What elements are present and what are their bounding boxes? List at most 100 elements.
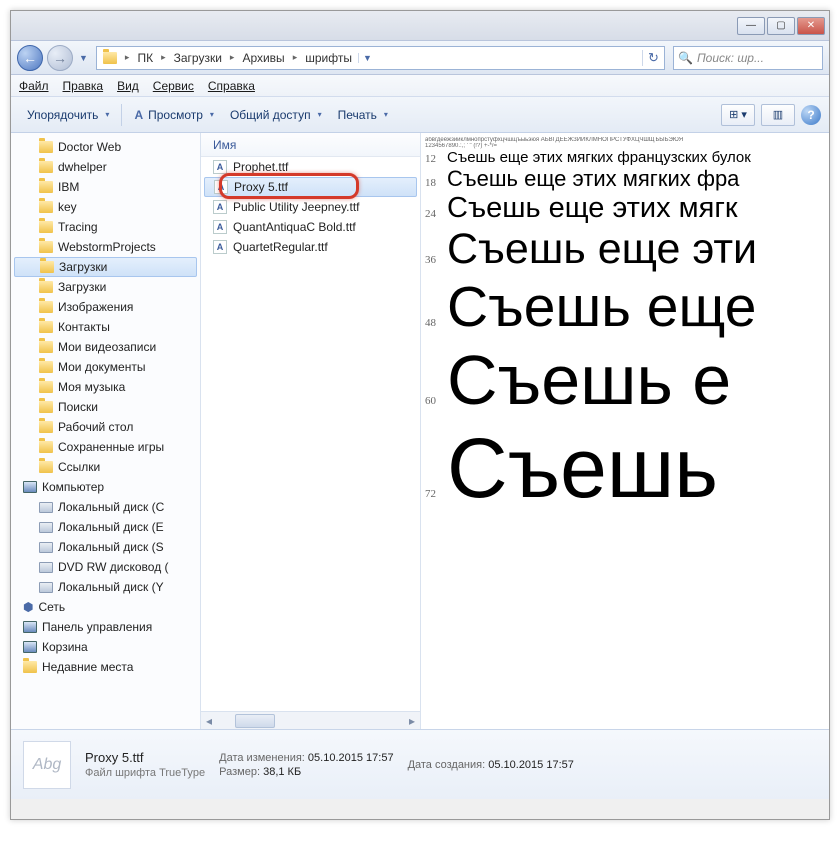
breadcrumb-sep: ▸ xyxy=(123,52,132,63)
tree-item[interactable]: dwhelper xyxy=(11,157,200,177)
tree-item[interactable]: IBM xyxy=(11,177,200,197)
tree-item[interactable]: Панель управления xyxy=(11,617,200,637)
folder-tree[interactable]: Doctor Web dwhelperIBM key TracingWebstormP… xyxy=(11,133,201,729)
tree-item[interactable]: Doctor Web xyxy=(11,137,200,157)
folder-icon xyxy=(39,301,53,313)
tree-item[interactable]: Компьютер xyxy=(11,477,200,497)
tree-item[interactable]: Локальный диск (C xyxy=(11,497,200,517)
font-file-icon: A xyxy=(213,220,227,234)
created-value: 05.10.2015 17:57 xyxy=(488,759,574,771)
share-button[interactable]: Общий доступ▾ xyxy=(222,104,330,126)
maximize-button[interactable]: ▢ xyxy=(767,17,795,35)
folder-icon xyxy=(103,52,117,64)
scroll-right-icon[interactable]: ▸ xyxy=(404,714,420,728)
modified-value: 05.10.2015 17:57 xyxy=(308,752,394,764)
computer-icon xyxy=(23,481,37,493)
file-list[interactable]: Имя A Prophet.ttf AProxy 5.ttfAPublic Util… xyxy=(201,133,421,729)
refresh-button[interactable]: ↻ xyxy=(642,50,664,66)
tree-item[interactable]: Локальный диск (Y xyxy=(11,577,200,597)
tree-item-label: Сеть xyxy=(38,600,65,614)
file-row[interactable]: APublic Utility Jeepney.ttf xyxy=(201,197,420,217)
tree-item-label: Doctor Web xyxy=(58,140,121,154)
horizontal-scrollbar[interactable]: ◂ ▸ xyxy=(201,711,420,729)
menubar: Файл Правка Вид Сервис Справка xyxy=(11,75,829,97)
tree-item[interactable]: Загрузки xyxy=(11,277,200,297)
tree-item[interactable]: Мои видеозаписи xyxy=(11,337,200,357)
scroll-thumb[interactable] xyxy=(235,714,275,728)
tree-item[interactable]: Корзина xyxy=(11,637,200,657)
tree-item-label: Локальный диск (E xyxy=(58,520,164,534)
file-name: QuantAntiquaC Bold.ttf xyxy=(233,220,356,234)
tree-item[interactable]: Недавние места xyxy=(11,657,200,677)
minimize-button[interactable]: — xyxy=(737,17,765,35)
tree-item-label: Моя музыка xyxy=(58,380,125,394)
file-row[interactable]: AProxy 5.ttf xyxy=(204,177,417,197)
preview-size-label: 24 xyxy=(425,208,447,220)
preview-line: 48Съешь еще xyxy=(425,274,829,340)
print-button[interactable]: Печать▾ xyxy=(330,104,396,126)
tree-item[interactable]: ⬢Сеть xyxy=(11,597,200,617)
preview-line: 18Съешь еще этих мягких фра xyxy=(425,166,829,192)
tree-item-label: key xyxy=(58,200,77,214)
tree-item[interactable]: Загрузки xyxy=(14,257,197,277)
breadcrumb-seg[interactable]: Загрузки xyxy=(168,47,228,69)
help-button[interactable]: ? xyxy=(801,105,821,125)
breadcrumb-seg[interactable]: шрифты xyxy=(299,47,358,69)
organize-button[interactable]: Упорядочить▾ xyxy=(19,104,117,126)
chevron-down-icon: ▾ xyxy=(210,110,214,119)
file-name: Prophet.ttf xyxy=(233,160,288,174)
file-row[interactable]: AQuartetRegular.ttf xyxy=(201,237,420,257)
tree-item[interactable]: Рабочий стол xyxy=(11,417,200,437)
tree-item[interactable]: Ссылки xyxy=(11,457,200,477)
view-mode-button[interactable]: ⊞ ▾ xyxy=(721,104,755,126)
close-button[interactable]: ✕ xyxy=(797,17,825,35)
folder-icon xyxy=(39,161,53,173)
tree-item[interactable]: Локальный диск (E xyxy=(11,517,200,537)
address-dropdown-icon[interactable]: ▼ xyxy=(358,53,376,63)
preview-sample-text: Съешь xyxy=(447,420,718,517)
folder-icon xyxy=(39,141,53,153)
back-button[interactable]: ← xyxy=(17,45,43,71)
preview-pane-button[interactable]: ▥ xyxy=(761,104,795,126)
menu-edit[interactable]: Правка xyxy=(63,79,104,93)
preview-sample-text: Съешь е xyxy=(447,340,731,420)
search-input[interactable]: 🔍 Поиск: шр... xyxy=(673,46,823,70)
scroll-left-icon[interactable]: ◂ xyxy=(201,714,217,728)
breadcrumb-seg[interactable]: ПК xyxy=(131,47,159,69)
tree-item[interactable]: WebstormProjects xyxy=(11,237,200,257)
preview-sample-text: Съешь еще эти xyxy=(447,225,757,274)
file-row[interactable]: A QuantAntiquaC Bold.ttf xyxy=(201,217,420,237)
history-dropdown-icon[interactable]: ▼ xyxy=(79,53,88,63)
tree-item[interactable]: DVD RW дисковод ( xyxy=(11,557,200,577)
column-header-name[interactable]: Имя xyxy=(201,133,420,157)
menu-help[interactable]: Справка xyxy=(208,79,255,93)
file-row[interactable]: A Prophet.ttf xyxy=(201,157,420,177)
preview-size-label: 36 xyxy=(425,254,447,266)
font-file-icon: A xyxy=(213,160,227,174)
tree-item[interactable]: Мои документы xyxy=(11,357,200,377)
forward-button[interactable]: → xyxy=(47,45,73,71)
computer-icon xyxy=(23,641,37,653)
preview-button[interactable]: A Просмотр▾ xyxy=(126,104,222,126)
tree-item-label: Мои документы xyxy=(58,360,145,374)
tree-item[interactable]: Контакты xyxy=(11,317,200,337)
menu-file[interactable]: Файл xyxy=(19,79,49,93)
tree-item[interactable]: Tracing xyxy=(11,217,200,237)
preview-line: 36Съешь еще эти xyxy=(425,225,829,274)
folder-icon xyxy=(39,401,53,413)
tree-item[interactable]: Изображения xyxy=(11,297,200,317)
tree-item[interactable]: Локальный диск (S xyxy=(11,537,200,557)
folder-icon xyxy=(39,441,53,453)
breadcrumb-seg[interactable]: Архивы xyxy=(236,47,290,69)
tree-item[interactable]: Моя музыка xyxy=(11,377,200,397)
search-icon: 🔍 xyxy=(678,51,693,65)
details-filename: Proxy 5.ttf xyxy=(85,750,205,765)
menu-view[interactable]: Вид xyxy=(117,79,139,93)
folder-icon xyxy=(39,361,53,373)
tree-item[interactable]: Сохраненные игры xyxy=(11,437,200,457)
menu-tools[interactable]: Сервис xyxy=(153,79,194,93)
tree-item[interactable]: Поиски xyxy=(11,397,200,417)
address-bar[interactable]: ▸ ПК ▸ Загрузки ▸ Архивы ▸ шрифты ▼ ↻ xyxy=(96,46,665,70)
font-file-icon: A xyxy=(213,200,227,214)
tree-item[interactable]: key xyxy=(11,197,200,217)
